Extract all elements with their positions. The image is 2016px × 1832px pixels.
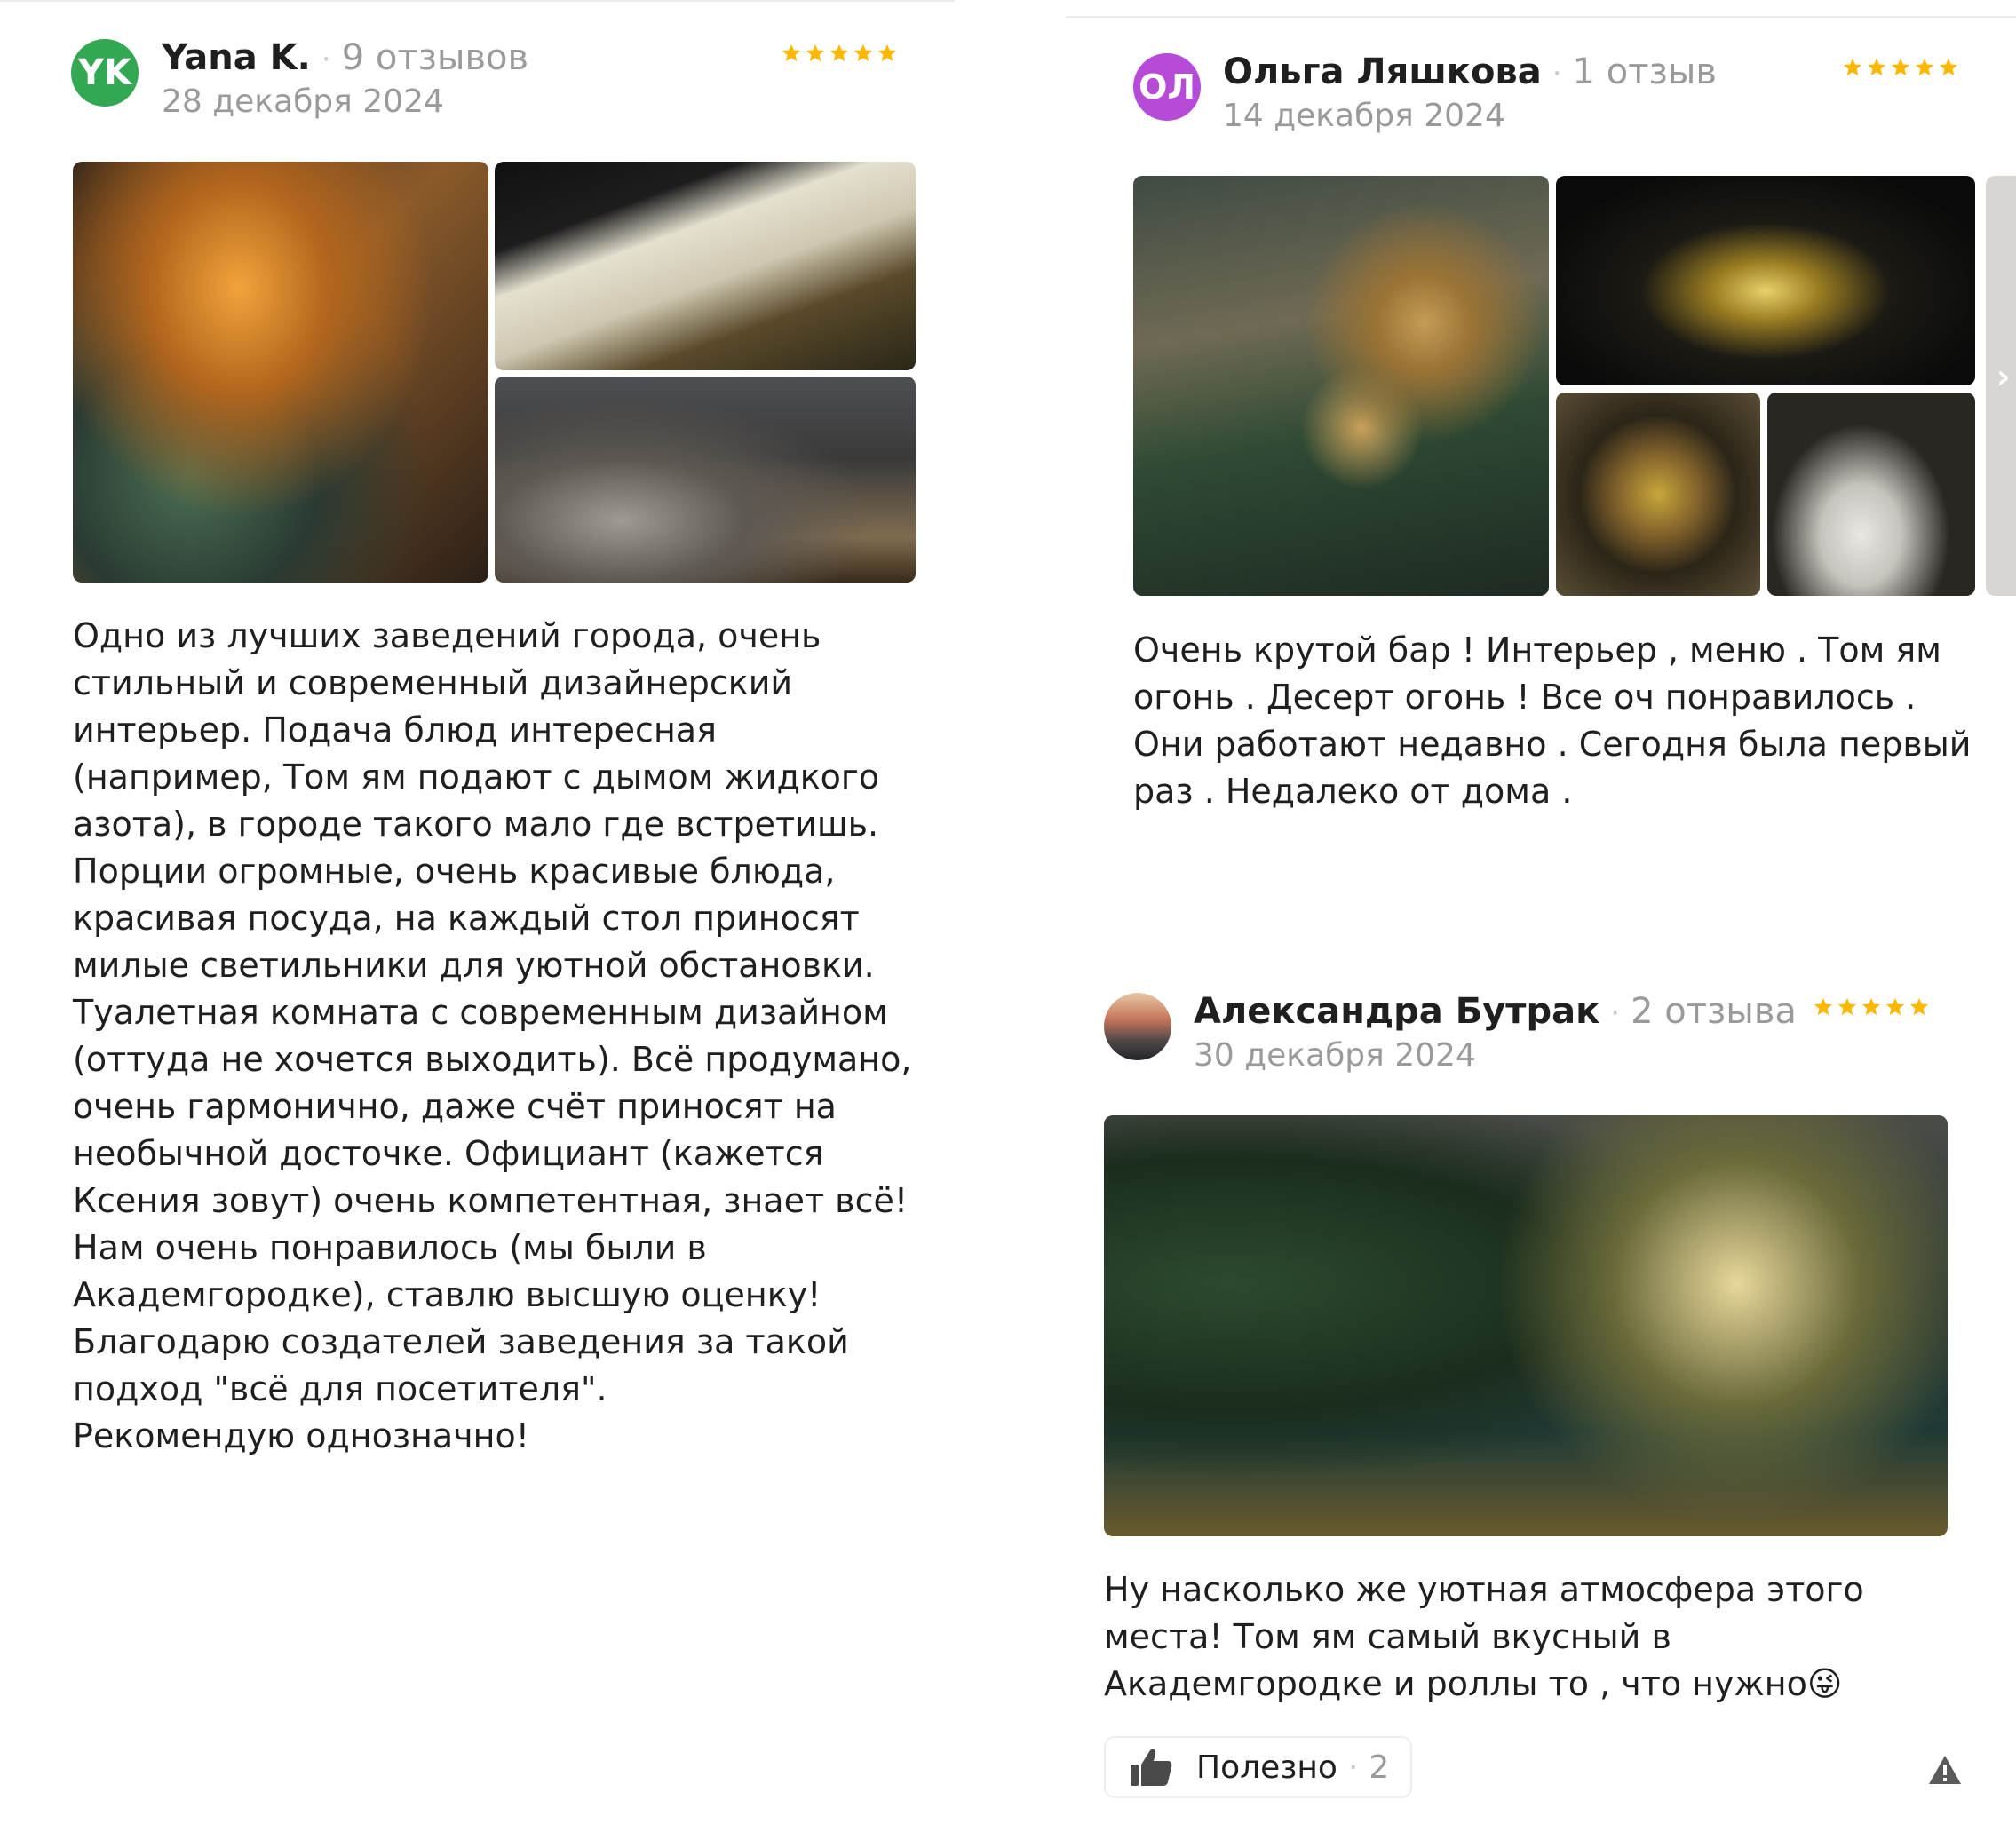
star-icon [1814,997,1833,1015]
separator-dot: · [1610,995,1621,1031]
review-text: Ну насколько же уютная атмосфера этого м… [1104,1570,1864,1703]
reviews-count[interactable]: 2 отзыва [1631,991,1797,1032]
star-icon [1837,997,1857,1015]
warning-icon[interactable] [1927,1754,1963,1786]
helpful-count: 2 [1369,1749,1390,1786]
star-icon [1909,997,1929,1015]
avatar[interactable] [1104,993,1171,1060]
review-date: 30 декабря 2024 [1194,1037,1476,1074]
star-icon [1885,997,1905,1015]
separator-dot: · [1347,1749,1359,1786]
review-card-alexandra: Александра Бутрак · 2 отзыва 30 декабря 20… [0,0,2016,1832]
interior-christmas-photo[interactable] [1104,1115,1948,1536]
rating-stars [1814,997,1929,1017]
author-line: Александра Бутрак · 2 отзыва [1194,991,1797,1032]
helpful-label: Полезно [1196,1749,1337,1786]
star-icon [1861,997,1881,1015]
thumbs-up-icon [1131,1749,1172,1786]
author-name[interactable]: Александра Бутрак [1194,991,1599,1032]
helpful-button[interactable]: Полезно · 2 [1104,1736,1413,1798]
